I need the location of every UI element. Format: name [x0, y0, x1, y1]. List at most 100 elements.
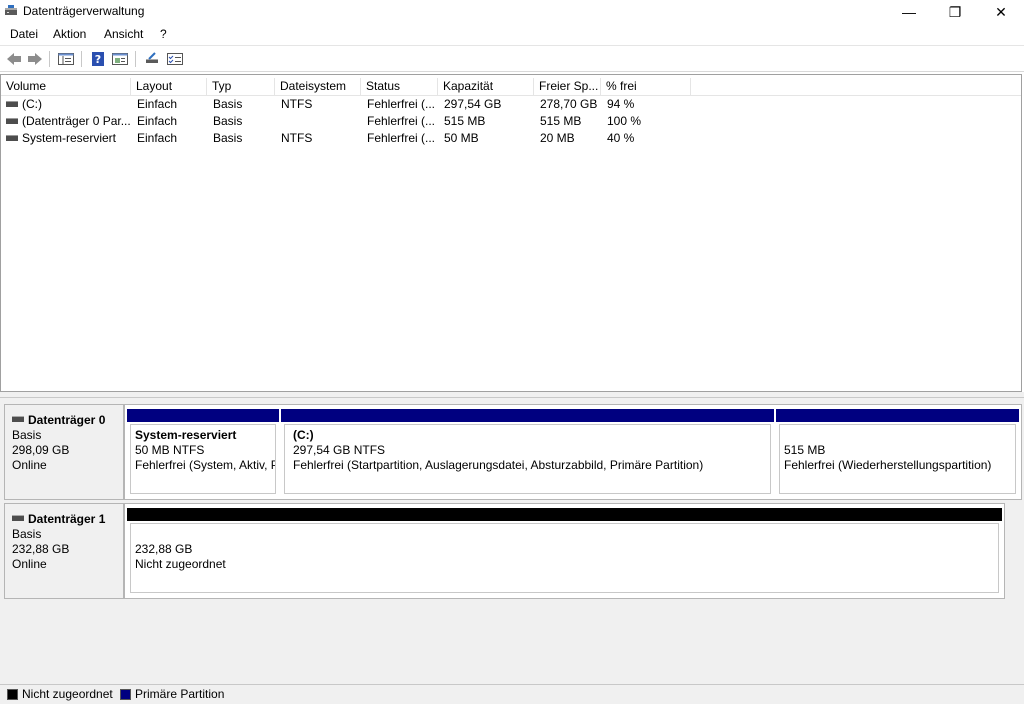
- disk-type: Basis: [12, 428, 42, 442]
- partition-type-bar: [127, 508, 1002, 521]
- cell-kapazitaet: 515 MB: [444, 114, 486, 128]
- partition-type-bar: [776, 409, 1019, 422]
- partition-type-bar: [127, 409, 279, 422]
- table-row[interactable]: System-reserviert Einfach Basis NTFS Feh…: [1, 130, 1021, 147]
- cell-freier-speicher: 20 MB: [540, 131, 575, 145]
- cell-dateisystem: [275, 113, 361, 130]
- partition-system-reserviert[interactable]: System-reserviert 50 MB NTFS Fehlerfrei …: [127, 409, 279, 497]
- cell-volume: (C:): [1, 96, 131, 113]
- minimize-button[interactable]: —: [886, 0, 932, 24]
- cell-typ: Basis: [213, 97, 243, 111]
- disk-size: 232,88 GB: [12, 542, 70, 556]
- toolbar-separator: [49, 51, 50, 67]
- console-tree-icon[interactable]: [57, 51, 75, 67]
- disk-0-partitions: System-reserviert 50 MB NTFS Fehlerfrei …: [124, 404, 1022, 500]
- back-arrow-icon[interactable]: [5, 51, 23, 67]
- column-header-typ[interactable]: Typ: [207, 78, 275, 95]
- cell-kapazitaet: 50 MB: [444, 131, 479, 145]
- partition-body: 232,88 GB Nicht zugeordnet: [130, 523, 999, 593]
- legend-label-unallocated: Nicht zugeordnet: [22, 687, 113, 701]
- partition-body: 515 MB Fehlerfrei (Wiederherstellungspar…: [779, 424, 1016, 494]
- cell-layout: Einfach: [137, 114, 178, 128]
- partition-name: [784, 428, 1011, 443]
- menu-bar: Datei Aktion Ansicht ?: [0, 24, 1024, 44]
- cell-dateisystem: NTFS: [281, 131, 313, 145]
- partition-name: System-reserviert: [135, 428, 237, 442]
- column-header-freier-speicher[interactable]: Freier Sp...: [534, 78, 601, 95]
- disk-status: Online: [12, 557, 47, 571]
- column-header-status[interactable]: Status: [361, 78, 438, 95]
- partition-unallocated[interactable]: 232,88 GB Nicht zugeordnet: [127, 508, 1002, 596]
- drive-icon: [6, 134, 18, 141]
- window-title: Datenträgerverwaltung: [23, 4, 145, 18]
- disk-size: 298,09 GB: [12, 443, 70, 457]
- toolbar-separator: [81, 51, 82, 67]
- drive-icon: [12, 515, 24, 522]
- cell-layout: Einfach: [137, 131, 178, 145]
- partition-status: Nicht zugeordnet: [135, 557, 226, 571]
- close-button[interactable]: ✕: [978, 0, 1024, 24]
- volume-list[interactable]: Volume Layout Typ Dateisystem Status Kap…: [0, 74, 1022, 392]
- drive-icon: [6, 100, 18, 107]
- cell-prozent-frei: 40 %: [607, 131, 635, 145]
- menu-help[interactable]: ?: [160, 27, 167, 41]
- partition-status: Fehlerfrei (Startpartition, Auslagerungs…: [293, 458, 704, 472]
- cell-layout: Einfach: [137, 97, 178, 111]
- disk-management-app-icon: [5, 5, 17, 15]
- cell-status: Fehlerfrei (...: [367, 97, 436, 111]
- column-header-kapazitaet[interactable]: Kapazität: [438, 78, 534, 95]
- cell-status: Fehlerfrei (...: [367, 114, 436, 128]
- cell-volume: (Datenträger 0 Par...: [1, 113, 131, 130]
- maximize-button[interactable]: ❐: [932, 0, 978, 24]
- column-header-dateisystem[interactable]: Dateisystem: [275, 78, 361, 95]
- cell-prozent-frei: 100 %: [607, 114, 642, 128]
- disk-1-label[interactable]: Datenträger 1 Basis 232,88 GB Online: [4, 503, 124, 599]
- menu-ansicht[interactable]: Ansicht: [104, 27, 143, 41]
- partition-recovery[interactable]: 515 MB Fehlerfrei (Wiederherstellungspar…: [776, 409, 1019, 497]
- partition-c[interactable]: (C:) 297,54 GB NTFS Fehlerfrei (Startpar…: [281, 409, 774, 497]
- cell-dateisystem: NTFS: [281, 97, 313, 111]
- partition-body: (C:) 297,54 GB NTFS Fehlerfrei (Startpar…: [284, 424, 771, 494]
- partition-type-bar: [281, 409, 774, 422]
- legend-swatch-unallocated: [7, 689, 18, 700]
- connect-icon[interactable]: [143, 51, 161, 67]
- cell-prozent-frei: 94 %: [607, 97, 635, 111]
- checklist-icon[interactable]: [166, 51, 184, 67]
- properties-icon[interactable]: [111, 51, 129, 67]
- cell-typ: Basis: [213, 131, 243, 145]
- partition-name: (C:): [293, 428, 314, 442]
- svg-text:?: ?: [95, 53, 101, 66]
- partition-size: 50 MB NTFS: [135, 443, 205, 457]
- legend-bar: Nicht zugeordnet Primäre Partition: [0, 684, 1024, 704]
- column-header-prozent-frei[interactable]: % frei: [601, 78, 691, 95]
- partition-size: 232,88 GB: [135, 542, 193, 556]
- cell-volume: System-reserviert: [1, 130, 131, 147]
- column-header-volume[interactable]: Volume: [1, 78, 131, 95]
- partition-size: 297,54 GB NTFS: [293, 443, 386, 457]
- menu-datei[interactable]: Datei: [10, 27, 38, 41]
- cell-status: Fehlerfrei (...: [367, 131, 436, 145]
- table-row[interactable]: (Datenträger 0 Par... Einfach Basis Fehl…: [1, 113, 1021, 130]
- cell-freier-speicher: 278,70 GB: [540, 97, 598, 111]
- table-row[interactable]: (C:) Einfach Basis NTFS Fehlerfrei (... …: [1, 96, 1021, 113]
- help-icon[interactable]: ?: [89, 51, 107, 67]
- column-header-layout[interactable]: Layout: [131, 78, 207, 95]
- cell-typ: Basis: [213, 114, 243, 128]
- drive-icon: [6, 117, 18, 124]
- legend-swatch-primary: [120, 689, 131, 700]
- partition-status: Fehlerfrei (Wiederherstellungspartition): [784, 458, 992, 472]
- disk-name: Datenträger 1: [28, 512, 106, 526]
- cell-kapazitaet: 297,54 GB: [444, 97, 502, 111]
- list-header: Volume Layout Typ Dateisystem Status Kap…: [1, 78, 1021, 96]
- disk-0-label[interactable]: Datenträger 0 Basis 298,09 GB Online: [4, 404, 124, 500]
- disk-graphical-pane: Datenträger 0 Basis 298,09 GB Online Sys…: [0, 398, 1024, 684]
- disk-status: Online: [12, 458, 47, 472]
- cell-freier-speicher: 515 MB: [540, 114, 582, 128]
- partition-name: [135, 527, 994, 542]
- menu-aktion[interactable]: Aktion: [53, 27, 86, 41]
- toolbar-separator: [135, 51, 136, 67]
- partition-size: 515 MB: [784, 443, 826, 457]
- forward-arrow-icon[interactable]: [26, 51, 44, 67]
- drive-icon: [12, 416, 24, 423]
- disk-type: Basis: [12, 527, 42, 541]
